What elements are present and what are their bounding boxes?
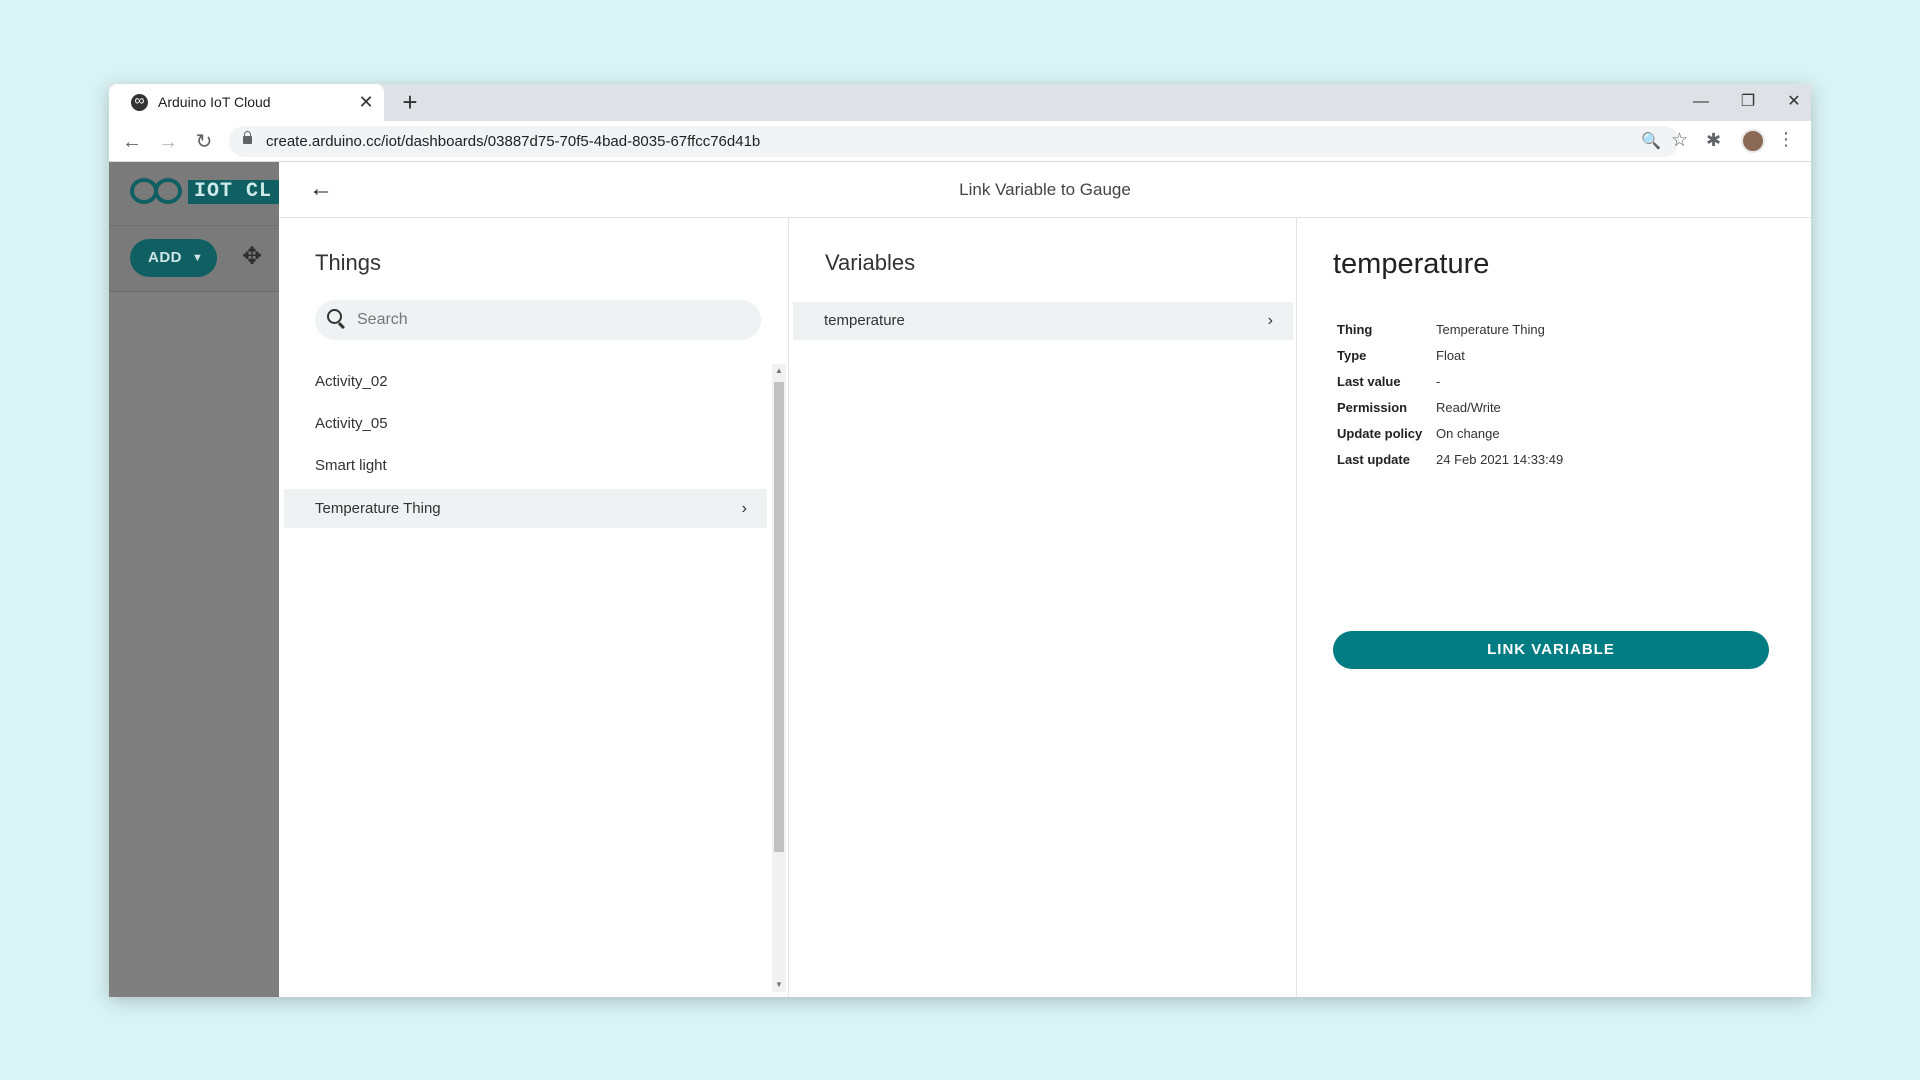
back-icon[interactable]: ← — [119, 129, 145, 155]
modal-title: Link Variable to Gauge — [959, 180, 1131, 199]
browser-toolbar: ← → ↻ create.arduino.cc/iot/dashboards/0… — [109, 121, 1811, 162]
variable-detail-column: temperature Thing Temperature Thing Type… — [1297, 218, 1811, 997]
thing-item-smart-light[interactable]: Smart light — [284, 445, 767, 487]
things-list: Activity_02 Activity_05 Smart light Temp… — [284, 361, 767, 528]
browser-tab[interactable]: Arduino IoT Cloud ✕ — [109, 84, 384, 121]
prop-row-last-value: Last value - — [1337, 368, 1563, 394]
lock-icon — [243, 131, 252, 144]
zoom-icon[interactable]: 🔍 — [1641, 131, 1661, 151]
prop-row-type: Type Float — [1337, 342, 1563, 368]
search-icon — [327, 309, 342, 324]
add-button-label: ADD — [148, 249, 182, 266]
url-text: create.arduino.cc/iot/dashboards/03887d7… — [266, 133, 761, 150]
link-variable-modal: ← Link Variable to Gauge Things Activity… — [279, 162, 1811, 997]
close-window-icon[interactable]: ✕ — [1779, 90, 1809, 114]
browser-window: Arduino IoT Cloud ✕ + — ❐ ✕ ← → ↻ create… — [109, 84, 1811, 997]
link-variable-button[interactable]: LINK VARIABLE — [1333, 631, 1769, 669]
chevron-right-icon: › — [1267, 312, 1273, 329]
prop-row-thing: Thing Temperature Thing — [1337, 316, 1563, 342]
prop-value: Read/Write — [1436, 399, 1501, 415]
modal-header: ← Link Variable to Gauge — [279, 162, 1811, 218]
forward-icon[interactable]: → — [155, 129, 181, 155]
prop-row-last-update: Last update 24 Feb 2021 14:33:49 — [1337, 446, 1563, 472]
close-tab-icon[interactable]: ✕ — [357, 91, 375, 113]
things-column: Things Activity_02 Activity_05 Smart lig… — [279, 218, 789, 997]
things-search[interactable] — [315, 300, 761, 340]
arduino-logo-icon — [130, 178, 182, 204]
variables-list: temperature › — [793, 302, 1293, 340]
dashboard-toolbar: ADD ▼ ✥ — [109, 225, 279, 292]
prop-value: Float — [1436, 347, 1465, 363]
prop-key: Last update — [1337, 451, 1410, 467]
prop-key: Type — [1337, 347, 1367, 363]
scroll-up-icon[interactable]: ▲ — [772, 364, 786, 378]
arduino-favicon-icon — [131, 92, 148, 111]
tab-title: Arduino IoT Cloud — [158, 94, 271, 110]
variable-item-temperature[interactable]: temperature › — [793, 302, 1293, 340]
variable-properties: Thing Temperature Thing Type Float Last … — [1337, 316, 1563, 472]
prop-value: Temperature Thing — [1436, 321, 1545, 337]
add-button[interactable]: ADD ▼ — [130, 239, 217, 277]
new-tab-icon[interactable]: + — [396, 88, 424, 116]
scroll-thumb[interactable] — [774, 382, 784, 852]
prop-key: Update policy — [1337, 425, 1423, 441]
profile-avatar[interactable] — [1741, 129, 1765, 153]
thing-item-activity-05[interactable]: Activity_05 — [284, 403, 767, 445]
iot-cloud-logo: IOT CL — [188, 180, 279, 204]
app-content: IOT CL ADD ▼ ✥ ← Link Variable to Gauge … — [109, 162, 1811, 997]
thing-item-temperature-thing[interactable]: Temperature Thing › — [284, 489, 767, 528]
variables-heading: Variables — [825, 250, 916, 275]
scroll-down-icon[interactable]: ▼ — [772, 978, 786, 992]
prop-key: Last value — [1337, 373, 1401, 389]
kebab-menu-icon[interactable]: ⋮ — [1777, 129, 1795, 150]
bookmark-star-icon[interactable]: ☆ — [1671, 129, 1688, 152]
variable-detail-title: temperature — [1333, 248, 1490, 280]
thing-item-activity-02[interactable]: Activity_02 — [284, 361, 767, 403]
chevron-down-icon: ▼ — [192, 252, 204, 264]
prop-value: On change — [1436, 425, 1500, 441]
search-input[interactable] — [357, 308, 737, 332]
address-bar[interactable]: create.arduino.cc/iot/dashboards/03887d7… — [229, 126, 1688, 157]
prop-row-update-policy: Update policy On change — [1337, 420, 1563, 446]
extensions-puzzle-icon[interactable]: ✱ — [1706, 130, 1721, 151]
tab-strip: Arduino IoT Cloud ✕ + — ❐ ✕ — [109, 84, 1811, 121]
reload-icon[interactable]: ↻ — [191, 129, 217, 155]
app-header: IOT CL — [109, 162, 279, 225]
things-heading: Things — [315, 250, 382, 275]
chevron-right-icon: › — [741, 500, 747, 517]
variable-item-label: temperature — [824, 312, 905, 329]
move-arrows-icon[interactable]: ✥ — [242, 244, 262, 270]
prop-key: Permission — [1337, 399, 1408, 415]
things-scrollbar[interactable]: ▲ ▼ — [772, 364, 786, 992]
prop-value: 24 Feb 2021 14:33:49 — [1436, 451, 1564, 467]
thing-item-label: Temperature Thing — [315, 500, 441, 517]
prop-row-permission: Permission Read/Write — [1337, 394, 1563, 420]
prop-key: Thing — [1337, 321, 1373, 337]
minimize-icon[interactable]: — — [1686, 90, 1716, 114]
prop-value: - — [1436, 373, 1441, 389]
variables-column: Variables temperature › — [789, 218, 1297, 997]
restore-icon[interactable]: ❐ — [1733, 90, 1763, 114]
